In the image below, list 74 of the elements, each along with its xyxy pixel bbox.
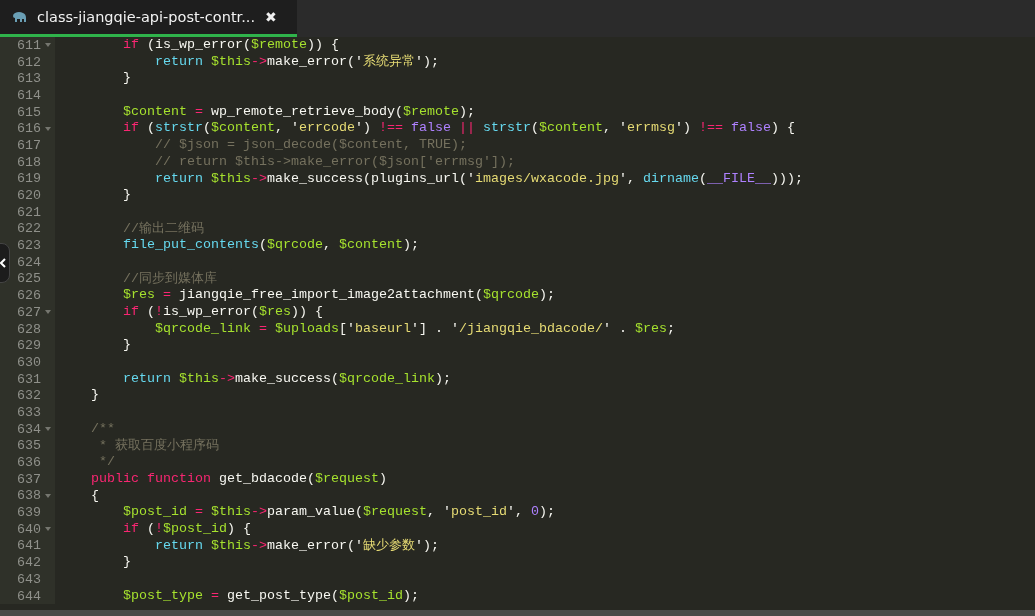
line-number: 635 bbox=[16, 438, 41, 454]
code-line: return $this->make_success(plugins_url('images/wxacode.jpg', dirname(__FILE__))); bbox=[153, 170, 803, 188]
fold-caret-icon[interactable] bbox=[45, 527, 51, 532]
line-number: 637 bbox=[16, 471, 41, 487]
line-number: 633 bbox=[16, 404, 41, 420]
code-line: return $this->make_error('缺少参数'); bbox=[153, 537, 439, 555]
code-line: return $this->make_error('系统异常'); bbox=[153, 53, 439, 71]
editor-tab[interactable]: class-jiangqie-api-post-contr... ✖ bbox=[0, 0, 297, 37]
chevron-left-icon bbox=[0, 258, 6, 268]
fold-caret-icon[interactable] bbox=[45, 310, 51, 315]
code-line: if (!$post_id) { bbox=[122, 520, 251, 538]
line-number: 624 bbox=[16, 254, 41, 270]
code-line: $post_id = $this->param_value($request, 'post_id', 0); bbox=[122, 504, 555, 521]
line-number: 641 bbox=[16, 538, 41, 554]
code-line: public function get_bdacode($request) bbox=[90, 470, 387, 488]
code-line: } bbox=[122, 554, 131, 571]
code-line: $qrcode_link = $uploads['baseurl'] . '/jiangqie_bdacode/' . $res; bbox=[153, 320, 675, 338]
code-line: } bbox=[122, 70, 131, 88]
code-line: // $json = json_decode($content, TRUE); bbox=[153, 137, 467, 154]
code-line: return $this->make_success($qrcode_link); bbox=[122, 370, 451, 388]
line-number: 632 bbox=[16, 388, 41, 404]
code-line: { bbox=[90, 487, 99, 505]
line-number: 613 bbox=[16, 71, 41, 87]
line-number: 629 bbox=[16, 338, 41, 354]
line-number: 618 bbox=[16, 154, 41, 170]
line-number: 619 bbox=[16, 171, 41, 187]
line-number: 617 bbox=[16, 137, 41, 153]
horizontal-scrollbar[interactable] bbox=[0, 610, 1035, 616]
code-line: $content = wp_remote_retrieve_body($remote); bbox=[122, 103, 475, 121]
line-number: 622 bbox=[16, 221, 41, 237]
code-line: } bbox=[122, 337, 131, 355]
code-line: $res = jiangqie_free_import_image2attachment($qrcode); bbox=[122, 287, 555, 304]
code-line: //输出二维码 bbox=[122, 220, 204, 238]
line-number: 640 bbox=[16, 521, 41, 537]
line-number: 625 bbox=[16, 271, 41, 287]
fold-caret-icon[interactable] bbox=[45, 427, 51, 432]
line-number: 639 bbox=[16, 505, 41, 521]
line-number: 612 bbox=[16, 54, 41, 70]
line-number: 638 bbox=[16, 488, 41, 504]
line-number: 611 bbox=[16, 37, 41, 53]
line-number: 621 bbox=[16, 204, 41, 220]
line-number: 630 bbox=[16, 354, 41, 370]
tab-title: class-jiangqie-api-post-contr... bbox=[37, 9, 256, 25]
code-line: if (is_wp_error($remote)) { bbox=[122, 37, 339, 54]
code-line: /** bbox=[90, 420, 115, 438]
line-number: 643 bbox=[16, 571, 41, 587]
line-number: 628 bbox=[16, 321, 41, 337]
fold-caret-icon[interactable] bbox=[45, 43, 51, 48]
fold-caret-icon[interactable] bbox=[45, 126, 51, 131]
code-line: file_put_contents($qrcode, $content); bbox=[122, 237, 419, 254]
line-number: 623 bbox=[16, 238, 41, 254]
line-number: 642 bbox=[16, 555, 41, 571]
line-number: 627 bbox=[16, 304, 41, 320]
code-line: */ bbox=[98, 454, 115, 471]
code-line: if (!is_wp_error($res)) { bbox=[122, 304, 323, 321]
line-number: 644 bbox=[16, 588, 41, 604]
code-line: //同步到媒体库 bbox=[122, 270, 217, 288]
code-line: * 获取百度小程序码 bbox=[98, 437, 219, 455]
line-number: 634 bbox=[16, 421, 41, 437]
code-line: } bbox=[122, 187, 131, 204]
line-number: 636 bbox=[16, 455, 41, 471]
line-number: 616 bbox=[16, 121, 41, 137]
fold-caret-icon[interactable] bbox=[45, 493, 51, 498]
elephant-icon bbox=[13, 11, 27, 23]
line-number: 631 bbox=[16, 371, 41, 387]
line-number: 620 bbox=[16, 188, 41, 204]
code-line: } bbox=[90, 387, 99, 405]
code-line: $post_type = get_post_type($post_id); bbox=[122, 587, 419, 605]
line-number: 615 bbox=[16, 104, 41, 120]
line-number: 614 bbox=[16, 87, 41, 103]
code-line: if (strstr($content, 'errcode') !== false || strstr($content, 'errmsg') !== false) { bbox=[122, 120, 795, 138]
code-line: // return $this->make_error($json['errmsg']); bbox=[153, 153, 515, 171]
close-icon[interactable]: ✖ bbox=[265, 9, 277, 25]
line-number: 626 bbox=[16, 288, 41, 304]
